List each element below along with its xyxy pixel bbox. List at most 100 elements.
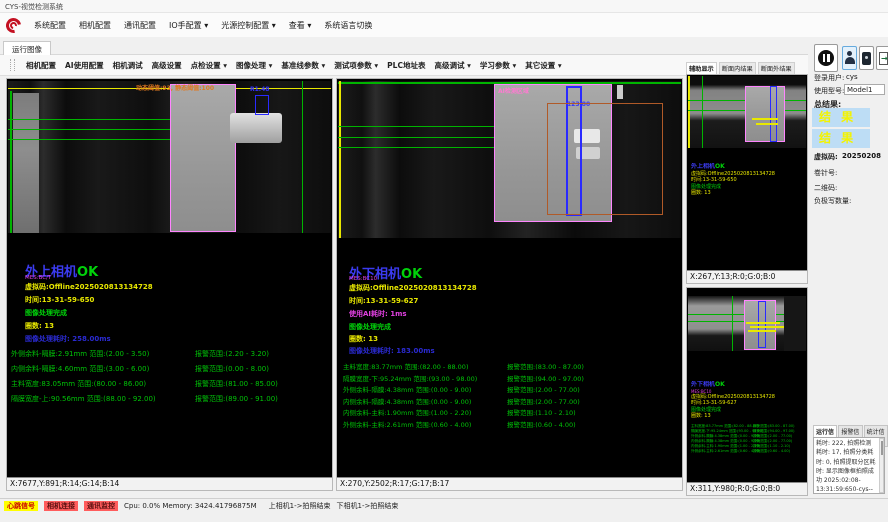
toolbar-item-advanced-debug[interactable]: 高级调试 ▾	[434, 60, 470, 71]
tab-outer-result[interactable]: 断面外结果	[758, 62, 795, 74]
thumbnail-tabs: 辅助显示 断面内结果 断面外结果	[686, 60, 808, 74]
menu-item-comm-config[interactable]: 通讯配置	[124, 20, 156, 31]
bright-part	[617, 85, 623, 99]
qrcode-label: 二维码:	[814, 183, 837, 193]
measurement-row: 主料宽度:83.77mm 范围:(82.00 - 88.00)报警范围:(83.…	[343, 361, 680, 373]
measurement-alarm: 报警范围:(2.00 - 77.00)	[507, 396, 580, 406]
menu-item-language-switch[interactable]: 系统语言切换	[324, 20, 372, 31]
toolbar-item-baseline-params[interactable]: 基准线参数 ▾	[281, 60, 325, 71]
toolbar-item-image-processing[interactable]: 图像处理 ▾	[236, 60, 272, 71]
toolbar-item-ai-config[interactable]: AI使用配置	[65, 60, 104, 71]
toolbar-item-camera-debug[interactable]: 相机调试	[113, 60, 143, 71]
thumbnail1-pixel-readout: X:267,Y:13;R:0;G:0;B:0	[687, 270, 807, 283]
cpu-memory-status: Cpu: 0.0% Memory: 3424.41796875M	[124, 502, 257, 510]
right-sidebar: 登录用户: cys 使用型号: Model1 总结果: 结 果 结 果 虚拟码:…	[810, 38, 888, 498]
toolbar-item-advanced-settings[interactable]: 高级设置	[152, 60, 182, 71]
thumbnail1-viewport[interactable]	[688, 76, 806, 148]
pause-button[interactable]	[814, 44, 838, 72]
edge-line-green	[10, 91, 12, 233]
measurement-row: 内侧余料-隔膜:4.60mm 范围:(3.00 - 6.00)报警范围:(0.0…	[11, 364, 330, 379]
measure-line-green	[338, 137, 503, 138]
thumbnail2-mini-result: 外下相机OK MES:BC10 虚拟码:Offline2025020813134…	[691, 381, 805, 454]
measurement-value: 主料宽度:83.05mm 范围:(80.00 - 86.00)	[11, 380, 146, 388]
menu-item-light-config[interactable]: 光源控制配置 ▾	[221, 20, 276, 31]
measurement-row: 内侧余料-隔膜:4.38mm 范围:(0.00 - 9.00)报警范围:(2.0…	[343, 396, 680, 408]
measurement-value: 隔膜宽度-上:90.56mm 范围:(88.00 - 92.00)	[11, 395, 156, 403]
window-title: CYS-视觉检测系统	[5, 3, 63, 11]
login-user-label: 登录用户:	[814, 73, 844, 83]
edge-line-green	[702, 76, 703, 148]
menu-item-view[interactable]: 查看 ▾	[289, 20, 312, 31]
lower-camera-status: 下相机1->拍照结束	[336, 501, 398, 511]
log-textbox[interactable]: 耗时: 222, 拍照检测耗时: 17, 拍照分类耗时: 0, 拍照提取分区耗时…	[813, 437, 885, 494]
device-icon	[862, 52, 871, 65]
comm-monitor-badge: 通讯监控	[84, 501, 118, 511]
camera1-measurements: 外侧余料-隔膜:2.91mm 范围:(2.00 - 3.50)报警范围:(2.2…	[11, 349, 330, 409]
tab-aux-display[interactable]: 辅助显示	[686, 62, 717, 74]
toolbar-item-test-params[interactable]: 测试项参数 ▾	[334, 60, 378, 71]
measurement-value: 内侧余料-主料:1.90mm 范围:(1.00 - 2.20)	[691, 444, 760, 448]
result-box-1: 结 果	[812, 108, 870, 127]
write-count-label: 负极写数量:	[814, 196, 851, 206]
camera1-viewport[interactable]: 动态阈值:93, 静态阈值:100 R1.48	[8, 81, 331, 233]
tab-run-image[interactable]: 运行图像	[3, 41, 51, 56]
app-logo-icon	[6, 18, 21, 33]
measure-line-green	[338, 147, 503, 148]
measurement-value: 外侧余料-隔膜:2.91mm 范围:(2.00 - 3.50)	[11, 350, 149, 358]
toolbar-item-plc-address[interactable]: PLC地址表	[387, 60, 425, 71]
material-strip	[13, 93, 39, 233]
measurement-value: 内侧余料-主料:1.90mm 范围:(1.00 - 2.20)	[343, 409, 471, 417]
menu-item-io-config[interactable]: IO手配置 ▾	[169, 20, 208, 31]
vcode-value: 20250208	[842, 152, 881, 160]
status-bar: 心跳信号 相机连接 通讯监控 Cpu: 0.0% Memory: 3424.41…	[0, 498, 888, 512]
measurement-value: 外侧余料-隔膜:4.38mm 范围:(0.00 - 9.00)	[691, 434, 760, 438]
measurement-alarm: 报警范围:(94.00 - 97.00)	[507, 373, 584, 383]
thumbnail2-viewport[interactable]	[688, 296, 806, 351]
camera2-elapsed: 图像处理耗时: 183.00ms	[349, 346, 435, 356]
thumbnail1-mini-result: 外上相机OK 虚拟码:Offline2025020813134728 时间:13…	[691, 163, 805, 197]
toolbar-item-learning-params[interactable]: 学习参数 ▾	[480, 60, 516, 71]
defect-mark	[756, 123, 778, 125]
roi-box-pink	[170, 84, 236, 232]
tab-inner-result[interactable]: 断面内结果	[719, 62, 756, 74]
log-scrollbar[interactable]	[879, 438, 884, 493]
measurement-alarm: 报警范围:(1.10 - 2.10)	[507, 407, 576, 417]
mini-camera-name: 外下相机	[691, 381, 715, 388]
camera1-done: 图像处理完成	[25, 308, 67, 318]
defect-mark	[748, 330, 776, 332]
menu-item-camera-config[interactable]: 相机配置	[79, 20, 111, 31]
toolbar-item-camera-config[interactable]: 相机配置	[26, 60, 56, 71]
marker-box-blue	[770, 86, 777, 142]
app-window: CYS-视觉检测系统 系统配置 相机配置 通讯配置 IO手配置 ▾ 光源控制配置…	[0, 0, 888, 522]
measurement-value: 主料宽度:83.77mm 范围:(82.00 - 88.00)	[343, 363, 468, 371]
measurement-row: 主料宽度:83.05mm 范围:(80.00 - 86.00) 报警范围:(81.…	[11, 379, 330, 394]
exit-button[interactable]	[876, 46, 888, 70]
camera2-pixel-readout: X:270,Y:2502;R:17;G:17;B:17	[337, 477, 682, 490]
measurement-row: 外侧余料-主料:2.61mm 范围:(0.60 - 4.00)报警范围:(0.6…	[691, 449, 805, 454]
camera2-turns: 圈数: 13	[349, 334, 378, 344]
defect-mark	[752, 118, 778, 120]
thumbnail2-panel: 外下相机OK MES:BC10 虚拟码:Offline2025020813134…	[686, 287, 808, 496]
marker-box-blue	[255, 95, 269, 115]
thumbnail2-pixel-readout: X:311,Y:980;R:0;G:0;B:0	[687, 482, 807, 495]
menu-item-system-config[interactable]: 系统配置	[34, 20, 66, 31]
toolbar-item-other-settings[interactable]: 其它设置 ▾	[525, 60, 561, 71]
user-icon	[845, 51, 855, 65]
mini-turns: 圈数: 13	[691, 413, 805, 420]
measurement-alarm: 报警范围:(89.00 - 91.00)	[195, 394, 278, 404]
toolbar-item-spot-check[interactable]: 点检设置 ▾	[191, 60, 227, 71]
measurement-value: 隔膜宽度-下:95.24mm 范围:(93.00 - 98.00)	[343, 375, 477, 383]
mini-turns: 圈数: 13	[691, 190, 805, 197]
camera2-ai-elapsed: 使用AI耗时: 1ms	[349, 309, 407, 319]
camera2-viewport[interactable]: AI检测区域 123.80	[338, 81, 681, 238]
mini-measurements: 主料宽度:83.77mm 范围:(82.00 - 88.00)报警范围:(83.…	[691, 424, 805, 454]
roi-box-pink	[745, 86, 785, 142]
measurement-alarm: 报警范围:(81.00 - 85.00)	[195, 379, 278, 389]
result-box-2: 结 果	[812, 129, 870, 148]
mini-camera-name: 外上相机	[691, 163, 715, 170]
model-select[interactable]: Model1	[844, 84, 885, 95]
threshold-overlay-label: 动态阈值:93, 静态阈值:100	[136, 83, 214, 92]
marker-box-blue	[758, 301, 766, 348]
device-button[interactable]	[859, 46, 874, 70]
user-button[interactable]	[842, 46, 857, 70]
